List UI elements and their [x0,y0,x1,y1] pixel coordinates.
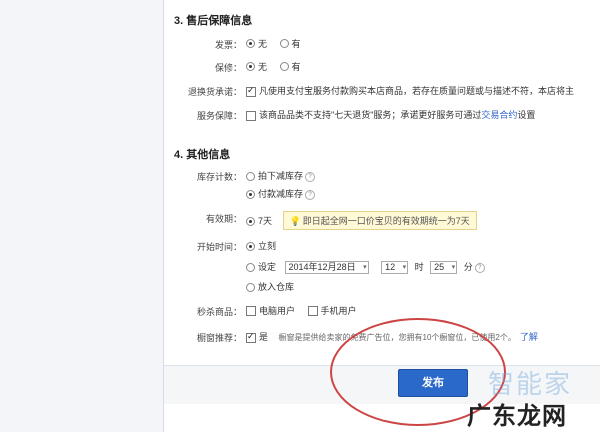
service-guarantee-suffix: 设置 [517,110,536,120]
help-icon[interactable]: ? [305,189,316,200]
left-sidebar [0,0,164,432]
invoice-label: 发票： [214,40,242,50]
validity-label: 有效期： [205,214,242,224]
stock-pay-label: 付款减库存 [258,189,304,199]
start-date-select[interactable]: 2014年12月28日 ▾ [284,261,369,275]
row-seckill: 秒杀商品： 电脑用户 手机用户 [164,303,600,321]
start-minute-select[interactable]: 25 ▾ [430,261,458,275]
start-set-label: 设定 [258,262,277,272]
invoice-yes-radio[interactable] [279,39,289,48]
trade-contract-link[interactable]: 交易合约 [481,110,517,120]
stock-count-label: 库存计数： [196,172,242,182]
row-stock-count: 库存计数： 拍下减库存? [164,168,600,186]
start-now-label: 立刻 [258,241,277,251]
window-recommend-value: 是 [259,332,269,342]
warranty-none-label: 无 [258,62,268,72]
warranty-none-radio[interactable] [246,62,255,71]
row-stock-pay: 付款减库存? [164,186,600,204]
validity-7days-radio[interactable] [246,217,255,227]
row-validity: 有效期： 7天 💡 即日起全网一口价宝贝的有效期统一为7天 [164,210,600,230]
chevron-down-icon: ▾ [402,264,407,272]
learn-more-link[interactable]: 了解 [520,332,538,342]
warranty-yes-radio[interactable] [279,62,289,71]
stock-order-radio[interactable] [246,172,255,182]
start-hour-value: 12 [385,262,396,273]
validity-hint-text: 即日起全网一口价宝贝的有效期统一为7天 [302,216,470,226]
window-recommend-checkbox[interactable] [246,331,256,343]
start-set-radio[interactable] [246,263,255,273]
section-title-other-info: 4. 其他信息 [174,149,231,161]
start-hour-select[interactable]: 12 ▾ [381,261,409,275]
start-warehouse-label: 放入仓库 [258,282,295,292]
invoice-none-radio[interactable] [246,39,255,48]
return-promise-label: 退换货承诺： [187,87,242,97]
service-guarantee-text: 该商品品类不支持"七天退货"服务；承诺更好服务可通过 [259,110,482,120]
service-guarantee-label: 服务保障： [196,111,242,121]
service-guarantee-checkbox[interactable] [246,110,256,121]
row-start-set: 设定 2014年12月28日 ▾ 12 ▾ 时 25 ▾ 分? [164,259,600,277]
seckill-mobile-label: 手机用户 [320,306,357,316]
start-date-value: 2014年12月28日 [288,262,356,273]
warranty-label: 保修： [214,63,242,73]
watermark-bottom: 广东龙网 [467,403,567,430]
row-start-warehouse: 放入仓库 [164,279,600,297]
chevron-down-icon: ▾ [363,264,367,272]
help-icon[interactable]: ? [305,171,316,182]
minute-unit: 分 [463,262,473,272]
row-warranty: 保修： 无 有 [164,59,600,77]
chevron-down-icon: ▾ [451,264,456,272]
window-recommend-label: 橱窗推荐： [196,333,242,343]
warranty-yes-label: 有 [291,62,301,72]
start-minute-value: 25 [434,262,445,273]
invoice-yes-label: 有 [291,39,301,49]
stock-pay-radio[interactable] [246,190,255,200]
validity-value: 7天 [258,216,273,226]
seckill-pc-checkbox[interactable] [246,305,256,316]
start-time-label: 开始时间： [196,242,242,252]
stock-order-label: 拍下减库存 [258,171,304,181]
row-return-promise: 退换货承诺： 凡使用支付宝服务付款购买本店商品，若存在质量问题或与描述不符，本店… [164,83,600,101]
start-now-radio[interactable] [246,242,255,252]
validity-hint: 💡 即日起全网一口价宝贝的有效期统一为7天 [282,211,477,230]
hour-unit: 时 [414,262,424,272]
row-start-time: 开始时间： 立刻 [164,238,600,256]
row-service-guarantee: 服务保障： 该商品品类不支持"七天退货"服务；承诺更好服务可通过交易合约设置 [164,107,600,125]
invoice-none-label: 无 [258,39,268,49]
return-promise-text: 凡使用支付宝服务付款购买本店商品，若存在质量问题或与描述不符，本店将主 [259,86,575,96]
seckill-label: 秒杀商品： [196,307,242,317]
row-invoice: 发票： 无 有 [164,36,600,54]
section-title-after-sales: 3. 售后保障信息 [174,15,253,27]
seckill-mobile-checkbox[interactable] [307,305,318,316]
start-warehouse-radio[interactable] [246,283,255,293]
seckill-pc-label: 电脑用户 [259,306,296,316]
return-promise-checkbox[interactable] [246,85,256,97]
help-icon[interactable]: ? [474,262,485,273]
lightbulb-icon: 💡 [289,216,301,226]
